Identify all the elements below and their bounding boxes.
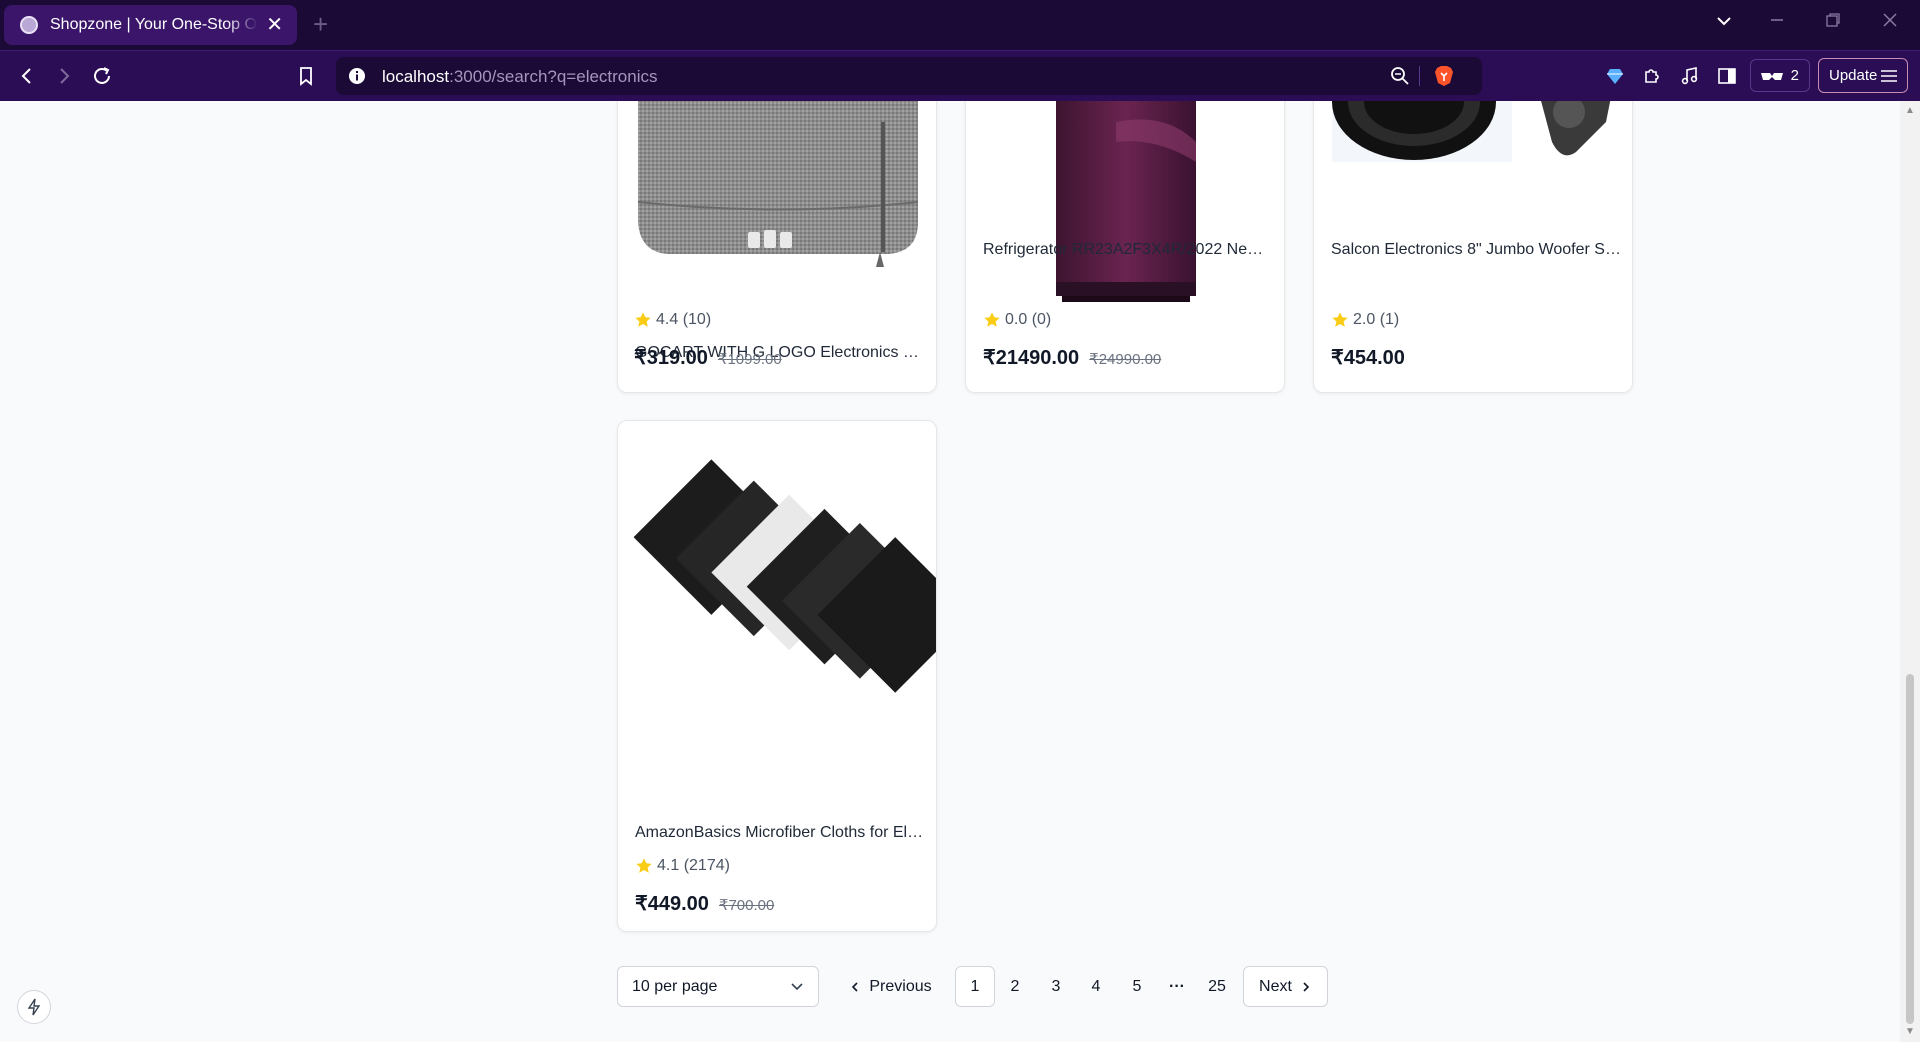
page-number: 5: [1132, 977, 1142, 995]
page-button-2[interactable]: 2: [995, 966, 1035, 1007]
page-button-5[interactable]: 5: [1117, 966, 1157, 1007]
price-original: ₹700.00: [718, 897, 775, 914]
star-icon: [1332, 312, 1348, 327]
url-path: :3000/search?q=electronics: [449, 67, 658, 86]
ad-blocker-count: 2: [1790, 67, 1799, 84]
product-image: [618, 421, 936, 821]
bookmark-icon[interactable]: [294, 64, 318, 88]
url-host: localhost: [382, 67, 450, 86]
star-icon: [636, 858, 652, 873]
product-rating: 4.1 (2174): [635, 857, 730, 875]
browser-tab[interactable]: Shopzone | Your One-Stop Online Shop ✕: [4, 5, 297, 45]
extensions-icon[interactable]: [1640, 64, 1664, 88]
new-tab-icon[interactable]: +: [313, 11, 328, 37]
page-button-last[interactable]: 25: [1197, 966, 1237, 1007]
wallet-icon[interactable]: [1603, 64, 1627, 88]
rating-text: 2.0 (1): [1353, 311, 1400, 328]
product-rating: 0.0 (0): [983, 311, 1051, 329]
tab-favicon-icon: [20, 16, 38, 34]
search-results-page: GOCART WITH G LOGO Electronics Organizer…: [0, 101, 1900, 1042]
page-scrollbar[interactable]: ▲ ▼: [1900, 101, 1920, 1042]
pagination-ellipsis: ···: [1157, 966, 1197, 1007]
forward-icon[interactable]: [52, 64, 76, 88]
product-name[interactable]: AmazonBasics Microfiber Cloths for Elect…: [635, 824, 925, 842]
product-price: ₹21490.00 ₹24990.00: [983, 345, 1161, 370]
page-button-4[interactable]: 4: [1076, 966, 1116, 1007]
product-image: [966, 101, 1284, 302]
update-label: Update: [1829, 67, 1878, 84]
sidebar-toggle-icon[interactable]: [1715, 64, 1739, 88]
tab-list-chevron-icon[interactable]: [1715, 12, 1733, 34]
update-button[interactable]: Update: [1818, 58, 1908, 93]
minimize-icon[interactable]: [1769, 12, 1785, 32]
page-button-1[interactable]: 1: [955, 966, 995, 1007]
tab-title: Shopzone | Your One-Stop Online Shop: [50, 16, 258, 33]
next-page-button[interactable]: Next: [1243, 966, 1328, 1007]
per-page-value: 10 per page: [632, 977, 718, 995]
product-name[interactable]: Salcon Electronics 8" Jumbo Woofer Speak…: [1331, 241, 1621, 259]
product-name[interactable]: Refrigerator RR23A2F3X4R/2022 New Model: [983, 241, 1273, 259]
brave-rewards-icon: [1760, 68, 1784, 88]
chevron-left-icon: [852, 981, 858, 992]
browser-navbar: localhost:3000/search?q=electronics 2 Up…: [0, 50, 1920, 101]
price-current: ₹319.00: [634, 347, 708, 369]
price-current: ₹454.00: [1331, 347, 1405, 369]
url-divider: [1419, 66, 1420, 86]
lightning-icon: [27, 998, 41, 1016]
price-current: ₹449.00: [635, 893, 709, 915]
close-window-icon[interactable]: [1882, 12, 1898, 32]
price-current: ₹21490.00: [983, 347, 1080, 369]
page-number: 3: [1051, 977, 1061, 995]
price-original: ₹1099.00: [717, 351, 782, 368]
page-number: 4: [1091, 977, 1101, 995]
zoom-icon[interactable]: [1390, 66, 1410, 91]
page-number: 2: [1010, 977, 1020, 995]
product-price: ₹454.00: [1331, 345, 1405, 370]
rating-text: 4.4 (10): [656, 311, 712, 328]
url-text[interactable]: localhost:3000/search?q=electronics: [382, 67, 658, 87]
price-original: ₹24990.00: [1089, 351, 1162, 368]
address-bar[interactable]: localhost:3000/search?q=electronics: [336, 57, 1482, 95]
quick-action-button[interactable]: [17, 990, 51, 1024]
previous-page-button[interactable]: Previous: [843, 966, 938, 1007]
reload-icon[interactable]: [90, 64, 114, 88]
product-image: [618, 101, 936, 302]
media-music-icon[interactable]: [1678, 64, 1702, 88]
brave-shields-icon[interactable]: [1434, 65, 1454, 92]
per-page-select[interactable]: 10 per page: [617, 966, 819, 1007]
product-price: ₹319.00 ₹1099.00: [634, 345, 782, 370]
page-number: 25: [1208, 977, 1226, 995]
tab-close-icon[interactable]: ✕: [266, 15, 283, 35]
previous-label: Previous: [869, 977, 932, 995]
product-rating: 4.4 (10): [634, 311, 711, 329]
product-price: ₹449.00 ₹700.00: [635, 891, 774, 916]
product-rating: 2.0 (1): [1331, 311, 1399, 329]
page-button-3[interactable]: 3: [1036, 966, 1076, 1007]
next-label: Next: [1259, 977, 1292, 995]
back-icon[interactable]: [15, 64, 39, 88]
product-image: [1314, 101, 1632, 302]
ad-blocker-counter[interactable]: 2: [1750, 59, 1810, 92]
product-card[interactable]: AmazonBasics Microfiber Cloths for Elect…: [617, 420, 937, 932]
browser-titlebar: Shopzone | Your One-Stop Online Shop ✕ +: [0, 0, 1920, 50]
site-info-icon[interactable]: [348, 67, 366, 90]
chevron-down-icon: [790, 979, 804, 998]
star-icon: [984, 312, 1000, 327]
rating-text: 4.1 (2174): [657, 857, 730, 874]
rating-text: 0.0 (0): [1005, 311, 1052, 328]
hamburger-menu-icon: [1880, 68, 1898, 88]
restore-icon[interactable]: [1825, 12, 1841, 32]
chevron-right-icon: [1303, 981, 1310, 992]
scrollbar-thumb[interactable]: [1906, 674, 1914, 1024]
page-number: 1: [970, 977, 980, 995]
scroll-up-icon[interactable]: ▲: [1905, 105, 1915, 116]
ellipsis-text: ···: [1169, 977, 1185, 995]
scroll-down-icon[interactable]: ▼: [1905, 1026, 1915, 1037]
star-icon: [635, 312, 651, 327]
